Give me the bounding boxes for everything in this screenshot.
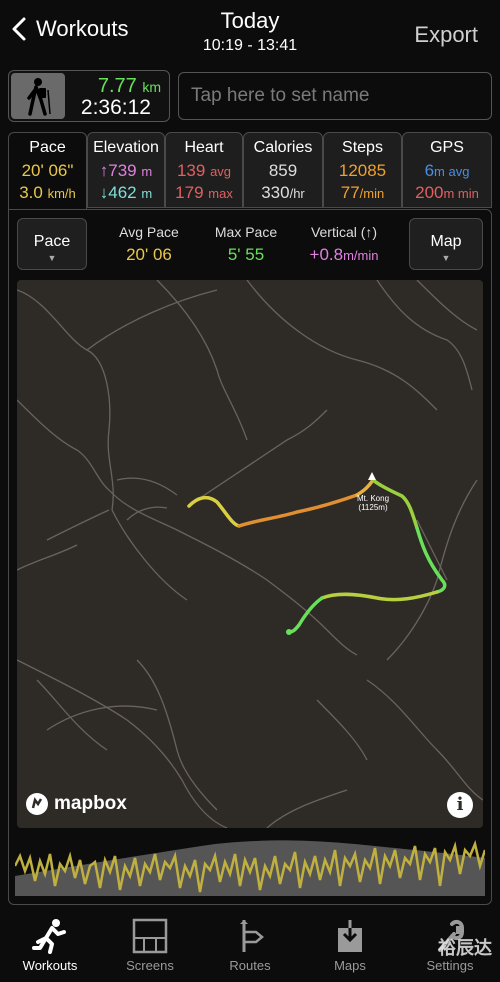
mapbox-icon <box>26 793 48 815</box>
map-canvas <box>17 280 483 828</box>
map-download-icon <box>338 920 362 952</box>
peak-marker-icon <box>368 472 376 480</box>
time-range: 10:19 - 13:41 <box>202 37 298 54</box>
vertical-metric: Vertical (↑) +0.8m/min <box>309 224 379 264</box>
tab-elevation[interactable]: Elevation ↑739 m ↓462 m <box>87 132 165 208</box>
page-title: Today <box>220 8 280 33</box>
pace-elevation-graph[interactable] <box>15 836 485 896</box>
tab-gps[interactable]: GPS 6m avg 200m min <box>402 132 492 208</box>
nav-bar: Workouts Today 10:19 - 13:41 Export <box>0 0 500 64</box>
back-label: Workouts <box>36 16 129 41</box>
duration-value: 2:36:12 <box>80 96 151 119</box>
max-pace-metric: Max Pace 5' 55 <box>214 224 278 264</box>
bottom-tab-bar: Workouts Screens Routes Maps Settings 裕辰… <box>0 912 500 982</box>
signpost-icon <box>240 920 264 952</box>
map-selector[interactable]: Map ▼ <box>409 218 483 270</box>
nav-title-group: Today 10:19 - 13:41 <box>150 8 350 56</box>
dropdown-arrow-icon: ▼ <box>441 253 451 263</box>
tab-workouts[interactable]: Workouts <box>0 918 100 973</box>
route-map[interactable]: Mt. Kong (1125m) mapbox i <box>17 280 483 828</box>
screens-icon <box>132 918 168 954</box>
hiker-icon <box>11 73 65 119</box>
tab-steps[interactable]: Steps 12085 77/min <box>323 132 402 208</box>
workout-name-input[interactable] <box>178 72 492 120</box>
peak-label: Mt. Kong (1125m) <box>357 494 390 512</box>
info-icon[interactable]: i <box>447 792 473 818</box>
tab-heart[interactable]: Heart 139 avg 179 max <box>165 132 243 208</box>
export-button[interactable]: Export <box>414 22 478 48</box>
route-end-marker <box>286 629 292 635</box>
stat-tabs: Pace 20' 06" 3.0 km/h Elevation ↑739 m ↓… <box>8 132 492 210</box>
tab-routes[interactable]: Routes <box>200 918 300 973</box>
tab-calories[interactable]: Calories 859 330/hr <box>243 132 323 208</box>
tab-pace[interactable]: Pace 20' 06" 3.0 km/h <box>8 132 87 210</box>
dropdown-arrow-icon: ▼ <box>47 253 57 263</box>
tab-screens[interactable]: Screens <box>100 918 200 973</box>
workout-summary[interactable]: 7.77 km 2:36:12 <box>8 70 170 122</box>
pace-selector[interactable]: Pace ▼ <box>17 218 87 270</box>
watermark-logo: 裕辰达 <box>438 938 492 958</box>
runner-icon <box>32 919 66 954</box>
distance-value: 7.77 km <box>97 75 161 97</box>
mapbox-logo[interactable]: mapbox <box>25 792 127 816</box>
tab-maps[interactable]: Maps <box>300 918 400 973</box>
avg-pace-metric: Avg Pace 20' 06 <box>119 224 179 264</box>
detail-panel: Pace ▼ Avg Pace 20' 06 Max Pace 5' 55 Ve… <box>8 209 492 905</box>
back-button[interactable]: Workouts <box>8 16 129 42</box>
chevron-left-icon <box>12 17 26 41</box>
